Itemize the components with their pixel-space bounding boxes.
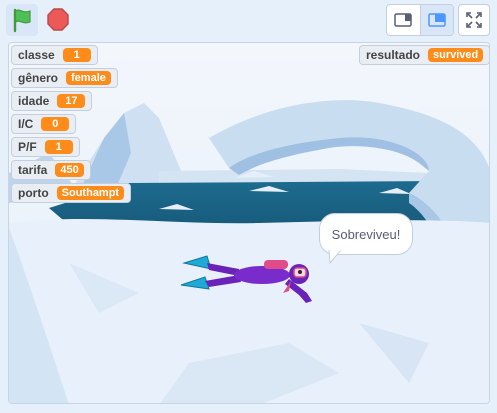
monitor-label: tarifa xyxy=(18,163,48,177)
variable-monitor-resultado[interactable]: resultado survived xyxy=(359,45,489,65)
variable-monitor-pf[interactable]: P/F 1 xyxy=(11,137,80,157)
stage-size-toggle xyxy=(386,4,454,36)
variable-monitor-genero[interactable]: gênero female xyxy=(11,68,118,88)
monitor-value: survived xyxy=(428,48,484,62)
small-stage-button[interactable] xyxy=(387,5,420,35)
variable-monitor-idade[interactable]: idade 17 xyxy=(11,91,93,111)
stop-button[interactable] xyxy=(42,4,74,36)
normal-stage-button[interactable] xyxy=(419,5,453,35)
monitor-value: 450 xyxy=(55,163,84,177)
small-stage-icon xyxy=(394,13,413,27)
monitor-label: gênero xyxy=(18,71,59,85)
variable-monitor-tarifa[interactable]: tarifa 450 xyxy=(11,160,91,180)
normal-stage-icon xyxy=(428,13,446,27)
monitor-value: 17 xyxy=(57,94,86,108)
monitor-label: porto xyxy=(18,186,49,200)
monitor-label: resultado xyxy=(366,48,421,62)
monitor-value: 0 xyxy=(41,117,70,131)
monitor-value: 1 xyxy=(62,48,91,62)
fullscreen-icon xyxy=(466,12,482,28)
diver-sprite[interactable] xyxy=(179,251,329,311)
stage[interactable]: classe 1 gênero female idade 17 I/C 0 P/… xyxy=(8,42,490,404)
monitor-value: female xyxy=(66,71,111,85)
speech-text: Sobreviveu! xyxy=(331,226,401,242)
variable-monitor-ic[interactable]: I/C 0 xyxy=(11,114,77,134)
variable-monitor-classe[interactable]: classe 1 xyxy=(11,45,98,65)
monitor-label: P/F xyxy=(18,140,37,154)
monitor-label: idade xyxy=(18,94,50,108)
monitor-label: classe xyxy=(18,48,55,62)
speech-bubble: Sobreviveu! xyxy=(319,213,413,255)
variable-monitor-porto[interactable]: porto Southampt xyxy=(11,183,132,203)
speech-bubble-tail xyxy=(328,250,342,264)
green-flag-button[interactable] xyxy=(6,4,38,36)
fullscreen-button[interactable] xyxy=(458,4,490,36)
stop-icon xyxy=(47,8,69,31)
green-flag-icon xyxy=(13,8,31,33)
monitor-value: Southampt xyxy=(56,186,125,200)
monitor-label: I/C xyxy=(18,117,34,131)
monitor-value: 1 xyxy=(44,140,73,154)
stage-toolbar xyxy=(0,0,497,44)
